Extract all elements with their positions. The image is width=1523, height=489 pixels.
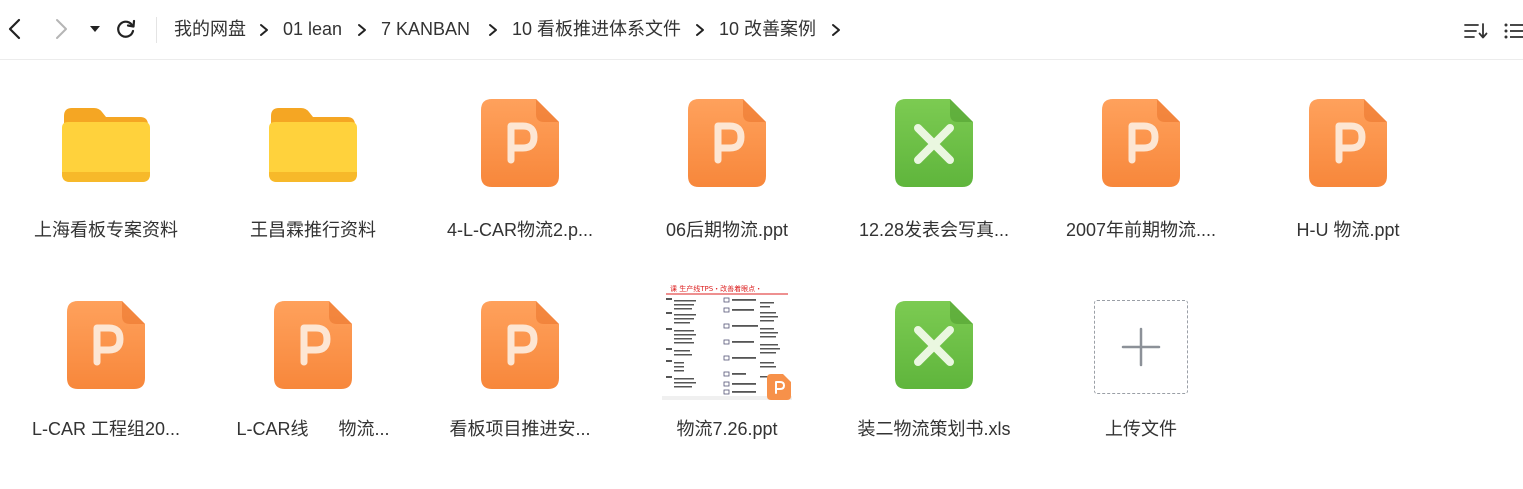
- breadcrumb-item-kanban-system[interactable]: 10 看板推进体系文件: [512, 16, 681, 42]
- upload-label: 上传文件: [1105, 419, 1177, 439]
- view-toggle-button[interactable]: [1503, 18, 1523, 44]
- file-name: 装二物流策划书.xls: [857, 419, 1011, 439]
- file-item-ppt-thumbnail[interactable]: 课 生产线TPS・改善着眼点・ 物流7.26.ppt: [627, 280, 827, 460]
- breadcrumb-item-current[interactable]: 10 改善案例: [719, 16, 816, 42]
- plus-icon: [1121, 327, 1161, 367]
- file-name: L-CAR线 物流...: [236, 419, 390, 439]
- excel-file-icon: [895, 301, 973, 389]
- chevron-right-icon: [56, 19, 67, 39]
- ppt-file-icon: [688, 99, 766, 187]
- ppt-file-icon: [481, 99, 559, 187]
- file-item-ppt[interactable]: 2007年前期物流....: [1041, 80, 1241, 260]
- file-name: 06后期物流.ppt: [665, 220, 789, 240]
- refresh-button[interactable]: [111, 14, 141, 44]
- excel-file-icon: [895, 99, 973, 187]
- refresh-icon: [117, 19, 136, 38]
- toolbar: 我的网盘 01 lean 7 KANBAN 10 看板推进体系文件 10 改善案…: [0, 0, 1523, 60]
- ppt-file-icon: [67, 301, 145, 389]
- file-item-folder[interactable]: 王昌霖推行资料: [213, 80, 413, 260]
- upload-dropzone[interactable]: [1094, 300, 1188, 394]
- ppt-file-icon: [1102, 99, 1180, 187]
- file-item-ppt[interactable]: 06后期物流.ppt: [627, 80, 827, 260]
- breadcrumb-item-root[interactable]: 我的网盘: [174, 16, 246, 42]
- breadcrumb-chevron-icon: [832, 24, 840, 36]
- file-name: 王昌霖推行资料: [250, 220, 376, 240]
- toolbar-divider: [156, 17, 157, 43]
- back-button[interactable]: [0, 14, 30, 44]
- file-name: L-CAR 工程组20...: [31, 419, 181, 439]
- breadcrumb-chevron-icon: [489, 24, 497, 36]
- breadcrumb-chevron-icon: [358, 24, 366, 36]
- list-view-icon: [1504, 23, 1523, 39]
- chevron-left-icon: [8, 18, 21, 40]
- breadcrumb-item-lean[interactable]: 01 lean: [283, 16, 342, 42]
- file-item-ppt[interactable]: 4-L-CAR物流2.p...: [420, 80, 620, 260]
- ppt-file-icon: [481, 301, 559, 389]
- file-item-xls[interactable]: 装二物流策划书.xls: [834, 280, 1034, 460]
- ppt-file-icon: [1309, 99, 1387, 187]
- file-name: 看板项目推进安...: [449, 419, 591, 439]
- breadcrumb-item-kanban[interactable]: 7 KANBAN: [381, 16, 470, 42]
- file-item-ppt[interactable]: H-U 物流.ppt: [1248, 80, 1448, 260]
- sort-icon: [1464, 23, 1488, 39]
- file-name: 上海看板专案资料: [34, 220, 178, 240]
- upload-file-button[interactable]: 上传文件: [1041, 280, 1241, 460]
- file-item-ppt[interactable]: 看板项目推进安...: [420, 280, 620, 460]
- file-name: 12.28发表会写真...: [858, 220, 1010, 240]
- file-name: 4-L-CAR物流2.p...: [446, 220, 594, 240]
- forward-button[interactable]: [46, 14, 76, 44]
- file-thumbnail: 课 生产线TPS・改善着眼点・: [662, 282, 792, 400]
- file-item-folder[interactable]: 上海看板专案资料: [6, 80, 206, 260]
- file-name: H-U 物流.ppt: [1296, 220, 1400, 240]
- ppt-file-icon: [274, 301, 352, 389]
- folder-icon: [62, 108, 150, 182]
- caret-down-icon: [90, 26, 100, 32]
- breadcrumb-chevron-icon: [696, 24, 704, 36]
- breadcrumb-chevron-icon: [260, 24, 268, 36]
- folder-icon: [269, 108, 357, 182]
- ppt-badge-icon: [767, 374, 791, 400]
- file-item-ppt[interactable]: L-CAR线 物流...: [213, 280, 413, 460]
- slide-preview-title: 课 生产线TPS・改善着眼点・: [670, 284, 762, 293]
- history-dropdown-button[interactable]: [81, 14, 109, 44]
- file-name: 物流7.26.ppt: [676, 419, 778, 439]
- sort-button[interactable]: [1462, 18, 1490, 44]
- file-name: 2007年前期物流....: [1065, 220, 1217, 240]
- file-item-ppt[interactable]: L-CAR 工程组20...: [6, 280, 206, 460]
- file-item-xls[interactable]: 12.28发表会写真...: [834, 80, 1034, 260]
